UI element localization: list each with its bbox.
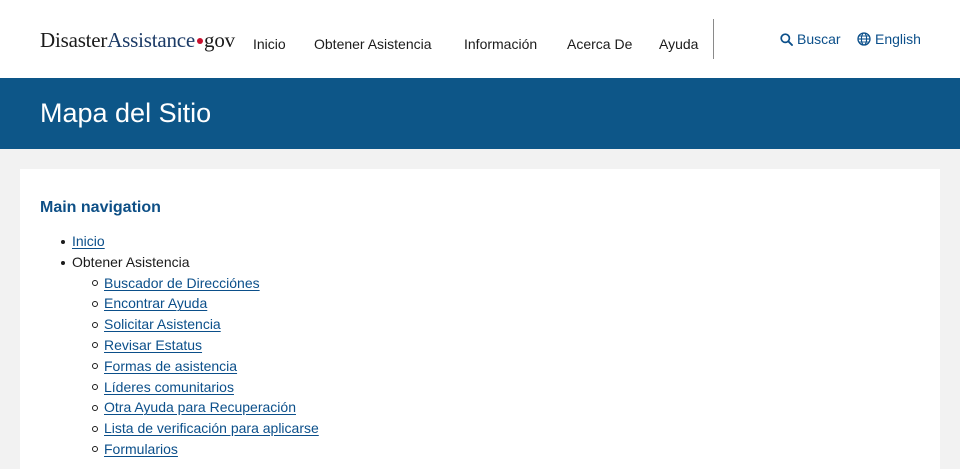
- sitemap-link-revisar-estatus[interactable]: Revisar Estatus: [104, 337, 202, 353]
- sitemap-link-formularios[interactable]: Formularios: [104, 441, 178, 457]
- sitemap-item: Inicio: [40, 231, 319, 252]
- sitemap-subitem: Lista de verificación para aplicarse: [72, 418, 319, 439]
- sitemap-card: Main navigation Inicio Obtener Asistenci…: [20, 169, 940, 469]
- page-banner: Mapa del Sitio: [0, 78, 960, 149]
- sitemap-heading: Main navigation: [40, 199, 161, 216]
- logo-dot: [197, 37, 204, 44]
- site-header: DisasterAssistance gov Inicio Obtener Asi…: [0, 0, 960, 78]
- sitemap-link-otra-ayuda[interactable]: Otra Ayuda para Recuperación: [104, 399, 296, 415]
- search-icon: [780, 32, 793, 46]
- nav-divider: [713, 19, 714, 59]
- nav-item-inicio[interactable]: Inicio: [253, 36, 286, 52]
- sitemap-link-formas-de-asistencia[interactable]: Formas de asistencia: [104, 358, 237, 374]
- sitemap-subitem: Formas de asistencia: [72, 356, 319, 377]
- sitemap-sublist: Buscador de Direcciónes Encontrar Ayuda …: [72, 273, 319, 460]
- sitemap-subitem: Líderes comunitarios: [72, 377, 319, 398]
- sitemap-link-lideres-comunitarios[interactable]: Líderes comunitarios: [104, 379, 234, 395]
- nav-item-acerca-de[interactable]: Acerca De: [567, 36, 632, 52]
- sitemap-label-obtener-asistencia: Obtener Asistencia: [72, 253, 190, 270]
- search-button[interactable]: Buscar: [780, 31, 841, 47]
- page-title: Mapa del Sitio: [40, 98, 212, 128]
- globe-icon: [857, 32, 871, 46]
- language-toggle[interactable]: English: [857, 31, 921, 47]
- sitemap-subitem: Revisar Estatus: [72, 335, 319, 356]
- logo-text-disaster: Disaster: [40, 28, 108, 52]
- language-label: English: [875, 31, 921, 47]
- sitemap-item: Obtener Asistencia Buscador de Dirección…: [40, 252, 319, 460]
- sitemap-link-lista-de-verificacion[interactable]: Lista de verificación para aplicarse: [104, 420, 319, 436]
- nav-item-obtener-asistencia[interactable]: Obtener Asistencia: [314, 36, 432, 52]
- sitemap-subitem: Buscador de Direcciónes: [72, 273, 319, 294]
- nav-item-ayuda[interactable]: Ayuda: [659, 36, 698, 52]
- search-label: Buscar: [797, 31, 841, 47]
- sitemap-link-encontrar-ayuda[interactable]: Encontrar Ayuda: [104, 295, 207, 311]
- sitemap-link-inicio[interactable]: Inicio: [72, 233, 105, 249]
- sitemap-subitem: Encontrar Ayuda: [72, 293, 319, 314]
- sitemap-link-buscador-de-direcciones[interactable]: Buscador de Direcciónes: [104, 275, 260, 291]
- logo-text-assistance: Assistance: [107, 28, 196, 52]
- sitemap-subitem: Solicitar Asistencia: [72, 314, 319, 335]
- sitemap-link-solicitar-asistencia[interactable]: Solicitar Asistencia: [104, 316, 221, 332]
- nav-item-informacion[interactable]: Información: [464, 36, 537, 52]
- logo-text-gov: gov: [204, 28, 235, 52]
- sitemap-subitem: Otra Ayuda para Recuperación: [72, 397, 319, 418]
- sitemap-subitem: Formularios: [72, 439, 319, 460]
- sitemap-list: Inicio Obtener Asistencia Buscador de Di…: [40, 231, 319, 460]
- site-logo[interactable]: DisasterAssistance gov: [40, 28, 235, 52]
